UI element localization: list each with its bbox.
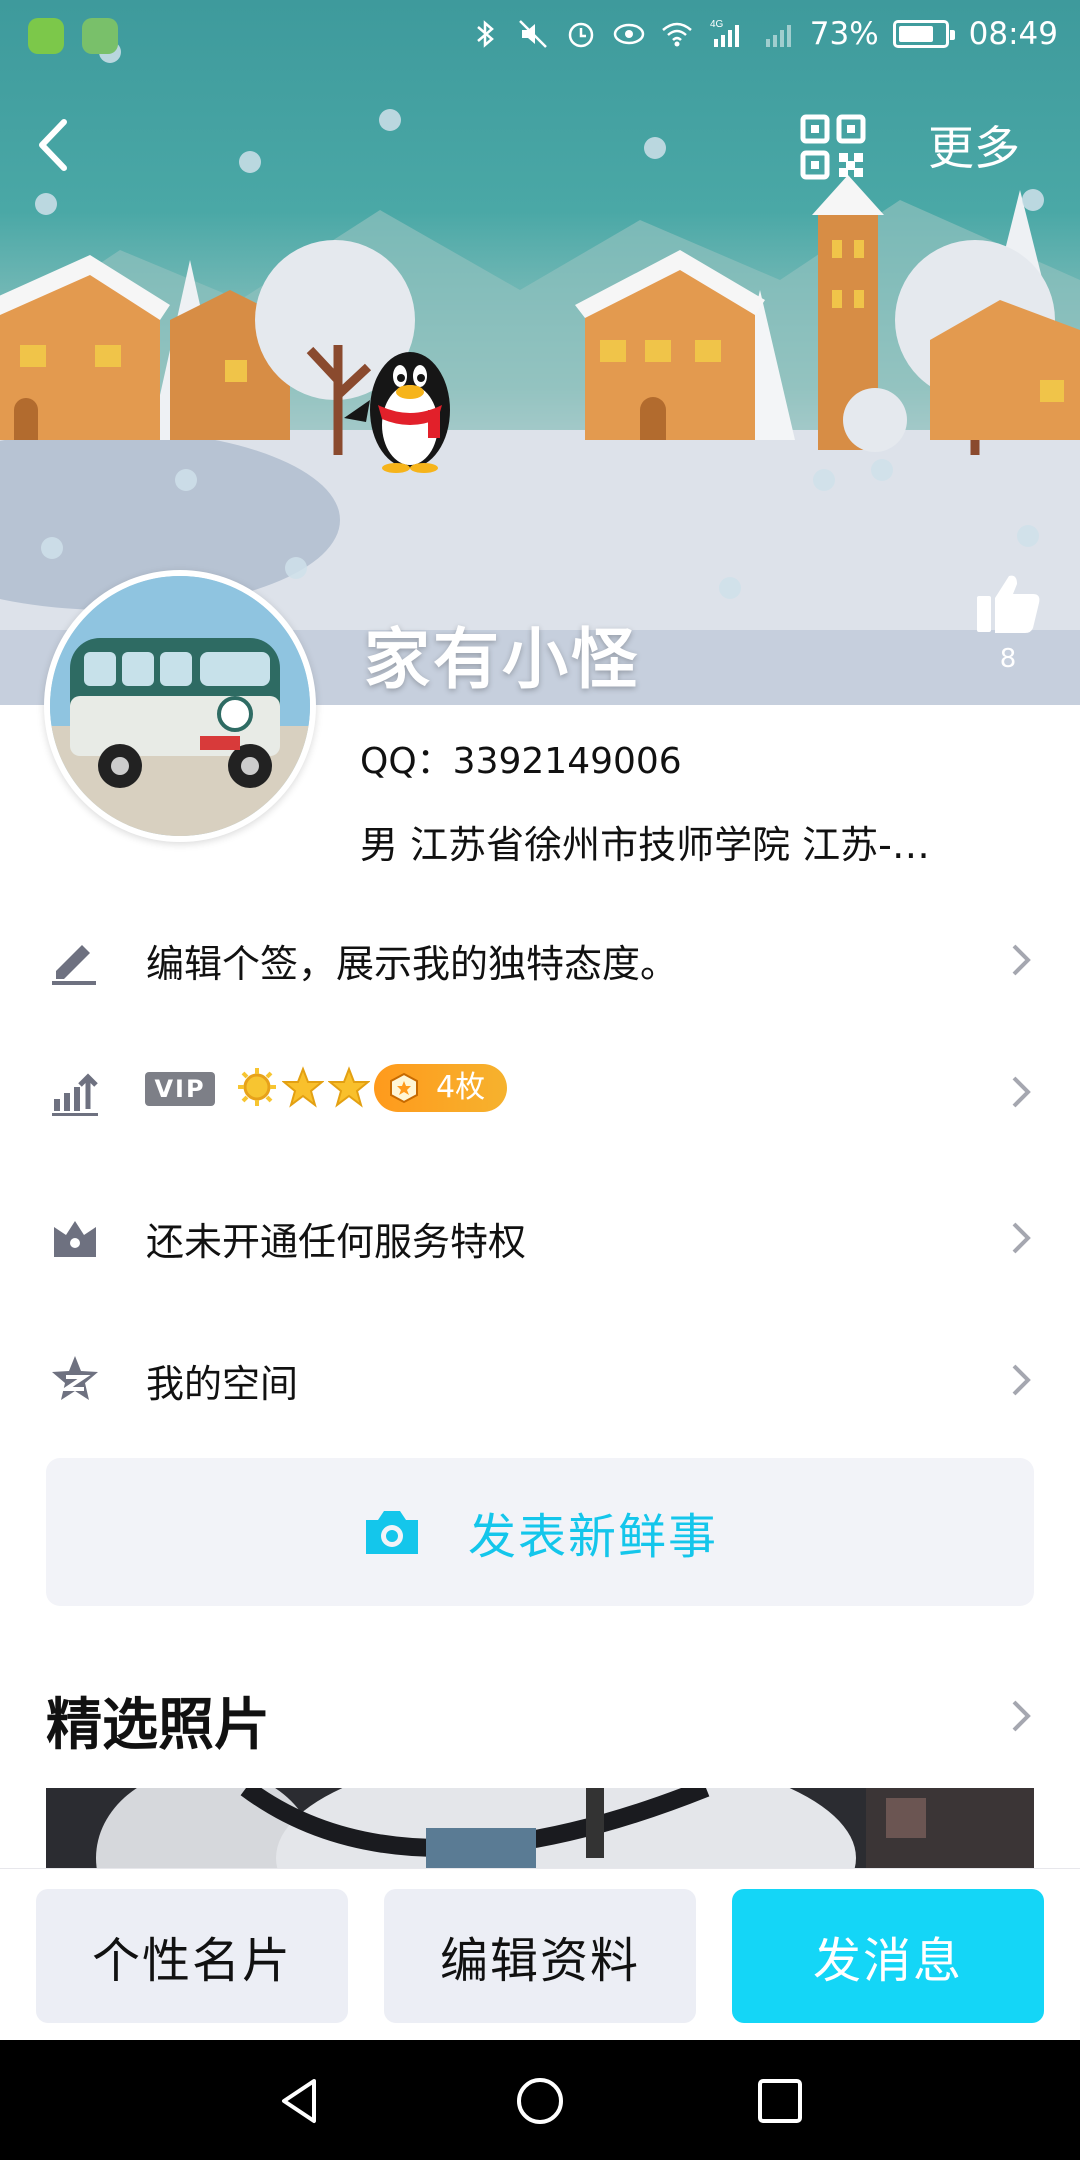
like-button[interactable]: 8 [970, 570, 1046, 674]
profile-info: QQ：3392149006 男 江苏省徐州市技师学院 江苏-… [360, 732, 930, 869]
featured-photo-image [46, 1788, 1034, 1876]
nickname: 家有小怪 [364, 621, 640, 698]
chevron-right-icon [1012, 1222, 1031, 1254]
star-icon [282, 1066, 324, 1108]
send-message-button[interactable]: 发消息 [732, 1889, 1044, 2023]
my-space-row[interactable]: 我的空间 [0, 1320, 1080, 1440]
featured-photo[interactable] [46, 1788, 1034, 1876]
service-text: 还未开通任何服务特权 [146, 1219, 527, 1264]
signature-row[interactable]: 编辑个签，展示我的独特态度。 [0, 900, 1080, 1020]
vip-level-row[interactable]: VIP 4枚 [0, 1032, 1080, 1152]
thumbs-up-icon [977, 575, 1040, 633]
chevron-right-icon [1012, 1364, 1031, 1396]
chevron-right-icon [1012, 1076, 1031, 1108]
camera-icon [365, 1511, 418, 1554]
wifi-icon [661, 22, 692, 47]
nav-recents-icon[interactable] [754, 2075, 806, 2127]
like-count: 8 [999, 644, 1017, 674]
featured-photos-title: 精选照片 [46, 1693, 270, 1758]
chevron-right-icon [1012, 944, 1031, 976]
qq-number: QQ：3392149006 [360, 741, 682, 782]
cloud-app-icon [82, 18, 118, 54]
star-icon [328, 1066, 370, 1108]
medal-count: 4枚 [436, 1070, 486, 1105]
avatar[interactable] [44, 570, 316, 842]
crown-box-icon [54, 1221, 96, 1257]
qzone-star-icon [52, 1356, 98, 1400]
bottom-action-bar: 个性名片 编辑资料 发消息 [0, 1868, 1080, 2040]
mute-icon [518, 20, 547, 48]
nav-back-icon[interactable] [274, 2075, 326, 2127]
profile-details: 男 江苏省徐州市技师学院 江苏-… [360, 823, 930, 867]
nav-home-icon[interactable] [514, 2075, 566, 2127]
eye-comfort-icon [613, 23, 644, 45]
sun-level-icon [238, 1068, 276, 1106]
pencil-icon [52, 945, 96, 985]
my-space-text: 我的空间 [146, 1361, 299, 1406]
level-chart-icon [52, 1073, 98, 1116]
personal-card-button[interactable]: 个性名片 [36, 1889, 348, 2023]
medal-count-badge: 4枚 [374, 1064, 508, 1112]
bluetooth-icon [476, 20, 494, 48]
medal-icon [390, 1072, 418, 1104]
service-privileges-row[interactable]: 还未开通任何服务特权 [0, 1178, 1080, 1298]
more-button[interactable]: 更多 [928, 112, 1020, 178]
alarm-icon [568, 22, 593, 48]
featured-photos-chevron-icon[interactable] [1008, 1696, 1034, 1736]
back-button[interactable] [24, 110, 84, 180]
post-new-moment-label: 发表新鲜事 [467, 1509, 718, 1565]
battery-percent: 73% [809, 16, 879, 52]
app-notification-icon [28, 18, 64, 54]
battery-icon [892, 20, 955, 48]
vw-bus-avatar-image [50, 576, 310, 836]
signal-empty-icon [765, 25, 791, 47]
level-stars [236, 1066, 370, 1108]
clock: 08:49 [968, 16, 1058, 52]
status-bar: 4G 73% 08:49 [0, 0, 1080, 72]
qr-code-button[interactable] [800, 114, 866, 180]
signal-4g-icon: 4G [710, 19, 739, 47]
edit-profile-button[interactable]: 编辑资料 [384, 1889, 696, 2023]
signature-text: 编辑个签，展示我的独特态度。 [146, 941, 679, 986]
vip-badge: VIP [145, 1072, 215, 1106]
svg-text:4G: 4G [710, 19, 724, 30]
post-new-moment-button[interactable]: 发表新鲜事 [46, 1458, 1034, 1606]
system-navigation-bar [0, 2040, 1080, 2160]
